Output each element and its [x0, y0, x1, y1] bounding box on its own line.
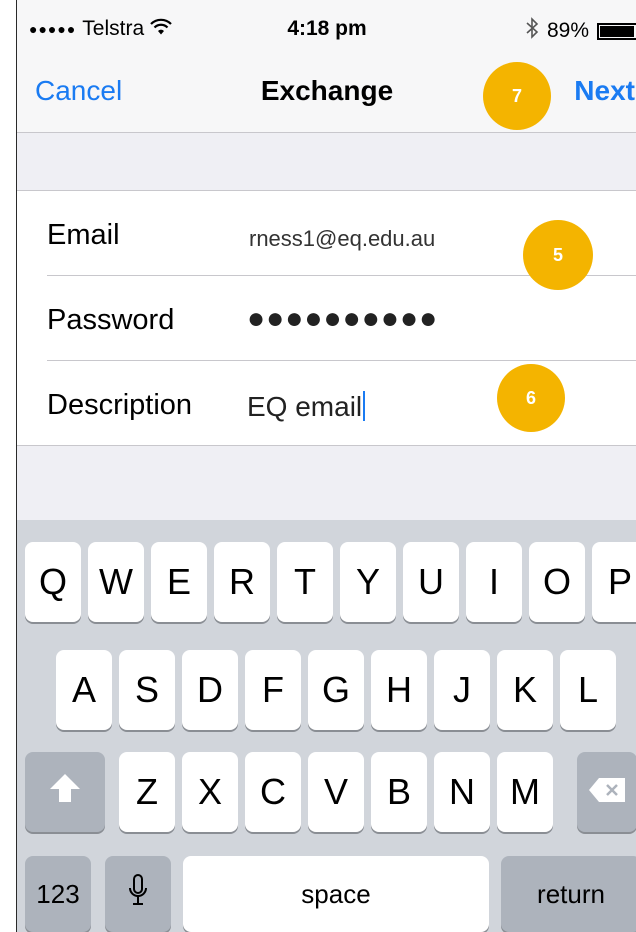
- next-button[interactable]: Next: [574, 75, 635, 107]
- step-5-badge: 5: [523, 220, 593, 290]
- key-s[interactable]: S: [119, 650, 175, 730]
- battery-fill: [600, 25, 634, 37]
- key-a[interactable]: A: [56, 650, 112, 730]
- key-y[interactable]: Y: [340, 542, 396, 622]
- status-bar: ●●●●● Telstra 4:18 pm 89%: [17, 0, 636, 62]
- password-field[interactable]: ●●●●●●●●●●: [247, 302, 438, 336]
- keyboard: Q W E R T Y U I O P A S D F G H J K L Z …: [17, 520, 636, 932]
- key-m[interactable]: M: [497, 752, 553, 832]
- email-label: Email: [47, 219, 120, 251]
- email-field[interactable]: rness1@eq.edu.au: [249, 226, 435, 252]
- key-b[interactable]: B: [371, 752, 427, 832]
- key-w[interactable]: W: [88, 542, 144, 622]
- key-v[interactable]: V: [308, 752, 364, 832]
- bluetooth-icon: [525, 17, 539, 45]
- description-text: EQ email: [247, 391, 363, 422]
- backspace-icon: [587, 771, 627, 813]
- key-o[interactable]: O: [529, 542, 585, 622]
- description-field[interactable]: EQ email: [247, 391, 366, 423]
- key-x[interactable]: X: [182, 752, 238, 832]
- text-cursor: [363, 391, 366, 421]
- ios-screen: ●●●●● Telstra 4:18 pm 89% Cancel Exchang…: [16, 0, 636, 932]
- return-key[interactable]: return: [501, 856, 636, 932]
- description-label: Description: [47, 389, 193, 421]
- space-key[interactable]: space: [183, 856, 489, 932]
- microphone-key[interactable]: [105, 856, 171, 932]
- nav-title: Exchange: [260, 75, 394, 106]
- key-n[interactable]: N: [434, 752, 490, 832]
- key-p[interactable]: P: [592, 542, 636, 622]
- key-r[interactable]: R: [214, 542, 270, 622]
- key-t[interactable]: T: [277, 542, 333, 622]
- key-q[interactable]: Q: [25, 542, 81, 622]
- delete-key[interactable]: [577, 752, 636, 832]
- key-j[interactable]: J: [434, 650, 490, 730]
- key-f[interactable]: F: [245, 650, 301, 730]
- key-l[interactable]: L: [560, 650, 616, 730]
- key-k[interactable]: K: [497, 650, 553, 730]
- key-d[interactable]: D: [182, 650, 238, 730]
- key-i[interactable]: I: [466, 542, 522, 622]
- key-e[interactable]: E: [151, 542, 207, 622]
- key-g[interactable]: G: [308, 650, 364, 730]
- shift-arrow-icon: [48, 771, 82, 813]
- key-z[interactable]: Z: [119, 752, 175, 832]
- shift-key[interactable]: [25, 752, 105, 832]
- step-7-badge: 7: [483, 62, 551, 130]
- step-6-badge: 6: [497, 364, 565, 432]
- password-label: Password: [47, 304, 175, 336]
- password-row[interactable]: Password ●●●●●●●●●●: [47, 276, 636, 361]
- numbers-key[interactable]: 123: [25, 856, 91, 932]
- key-c[interactable]: C: [245, 752, 301, 832]
- battery-icon: [597, 22, 636, 40]
- key-h[interactable]: H: [371, 650, 427, 730]
- status-right: 89%: [525, 17, 636, 45]
- cancel-button[interactable]: Cancel: [35, 75, 122, 107]
- key-u[interactable]: U: [403, 542, 459, 622]
- battery-percent: 89%: [546, 19, 589, 42]
- microphone-icon: [128, 873, 148, 916]
